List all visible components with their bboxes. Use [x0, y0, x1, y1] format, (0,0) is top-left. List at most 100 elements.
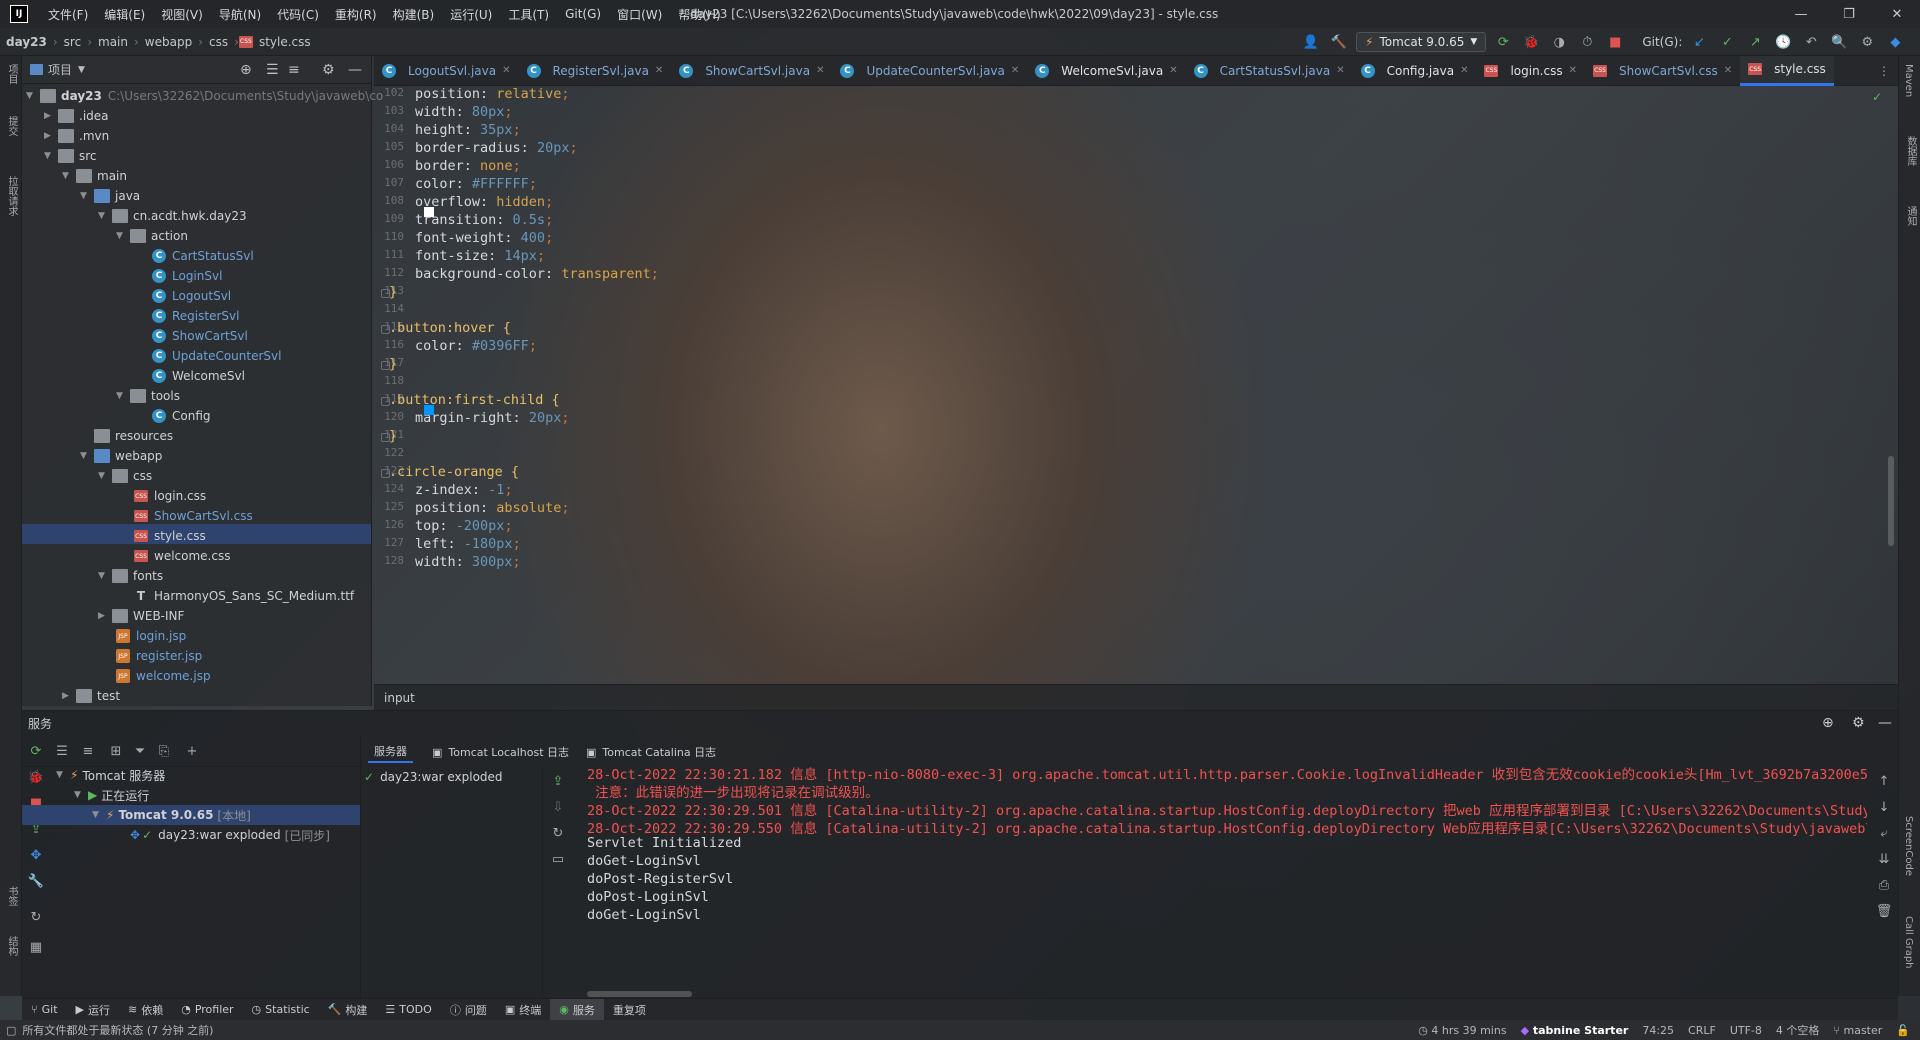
user-icon[interactable]: 👤 — [1300, 31, 1322, 53]
git-commit-icon[interactable]: ✓ — [1716, 31, 1738, 53]
tree-item[interactable]: CSS ShowCartSvl.css — [134, 506, 253, 526]
tab-localhost-log[interactable]: ▣ Tomcat Localhost 日志 — [426, 741, 575, 763]
menu-code[interactable]: 代码(C) — [269, 6, 327, 23]
tool-run[interactable]: ▶ 运行 — [67, 1002, 119, 1018]
new-tab-icon[interactable]: ⎘ — [154, 741, 174, 761]
layout-toggle-icon[interactable]: ▢ — [6, 1024, 16, 1037]
tool-duplicates[interactable]: 重复项 — [604, 1002, 655, 1018]
line-number[interactable]: 127 — [374, 536, 404, 549]
undeploy-icon[interactable]: ⇩ — [548, 797, 568, 817]
line-number[interactable]: 120 — [374, 410, 404, 423]
caret-position[interactable]: 74:25 — [1642, 1024, 1674, 1037]
breadcrumb-project[interactable]: day23 — [0, 35, 53, 49]
minimize-button[interactable]: — — [1778, 0, 1824, 28]
tree-item[interactable]: ▶ .idea — [44, 106, 109, 126]
debug-icon[interactable]: 🐞 — [26, 767, 46, 787]
expand-all-icon[interactable]: ☰ — [52, 741, 72, 761]
bookmarks-tool-label[interactable]: 书签 — [4, 886, 19, 906]
layout-icon[interactable]: ▦ — [26, 937, 46, 957]
tree-item[interactable]: C WelcomeSvl — [152, 366, 245, 386]
close-tab-icon[interactable]: ✕ — [502, 65, 510, 76]
line-number[interactable]: 109 — [374, 212, 404, 225]
wrench-icon[interactable]: 🔧 — [26, 871, 46, 891]
structure-tool-label[interactable]: 结构 — [4, 936, 19, 956]
hide-panel-icon[interactable]: — — [348, 62, 362, 78]
gear-icon[interactable]: ⚙ — [1852, 715, 1865, 731]
tree-item[interactable]: C Config — [152, 406, 211, 426]
close-tab-icon[interactable]: ✕ — [1011, 65, 1019, 76]
line-number[interactable]: 125 — [374, 500, 404, 513]
tab-logoutsvl[interactable]: C LogoutSvl.java ✕ — [374, 56, 519, 86]
line-number[interactable]: 106 — [374, 158, 404, 171]
tool-profiler[interactable]: ◔ Profiler — [172, 1003, 242, 1016]
project-tool-label[interactable]: 项目 — [4, 64, 19, 84]
line-number[interactable]: 102 — [374, 86, 404, 99]
tab-showcartsvl-css[interactable]: CSS ShowCartSvl.css ✕ — [1585, 56, 1740, 86]
tree-item[interactable]: ▼ cn.acdt.hwk.day23 — [98, 206, 247, 226]
tree-item[interactable]: C UpdateCounterSvl — [152, 346, 281, 366]
scroll-down-icon[interactable]: ↓ — [1874, 797, 1894, 817]
tree-item[interactable]: CSS login.css — [134, 486, 206, 506]
lock-icon[interactable]: 🔓 — [1896, 1024, 1910, 1037]
services-tree-item[interactable]: ✥ ✓ day23:war exploded [已同步] — [130, 825, 330, 845]
stop-icon[interactable]: ■ — [1604, 31, 1626, 53]
menu-tools[interactable]: 工具(T) — [500, 6, 557, 23]
tree-item[interactable]: T HarmonyOS_Sans_SC_Medium.ttf — [134, 586, 354, 606]
line-number[interactable]: 105 — [374, 140, 404, 153]
run-configuration-select[interactable]: ⚡ Tomcat 9.0.65 ▼ — [1356, 32, 1487, 52]
tree-item[interactable]: ▶ test — [62, 686, 120, 706]
tree-item[interactable]: ▶ .mvn — [44, 126, 109, 146]
breadcrumb-main[interactable]: main — [92, 35, 134, 49]
tree-item[interactable]: ▼ src — [44, 146, 97, 166]
tab-welcomesvl[interactable]: C WelcomeSvl.java ✕ — [1027, 56, 1185, 86]
pull-requests-tool-label[interactable]: 拉取请求 — [4, 176, 19, 216]
indent-setting[interactable]: 4 个空格 — [1776, 1022, 1820, 1038]
close-tab-icon[interactable]: ✕ — [1169, 65, 1177, 76]
tree-item[interactable]: ▼ webapp — [80, 446, 162, 466]
line-number[interactable]: 128 — [374, 554, 404, 567]
add-service-icon[interactable]: ⊕ — [1822, 715, 1834, 731]
line-number[interactable]: 110 — [374, 230, 404, 243]
line-number[interactable]: 124 — [374, 482, 404, 495]
file-encoding[interactable]: UTF-8 — [1730, 1024, 1762, 1037]
close-tab-icon[interactable]: ✕ — [816, 65, 824, 76]
refresh-icon[interactable]: ↻ — [548, 823, 568, 843]
clear-icon[interactable]: 🗑 — [1874, 901, 1894, 921]
soft-wrap-icon[interactable]: ⤶ — [1874, 823, 1894, 843]
services-tree-item[interactable]: ▼ ⚡ Tomcat 服务器 — [56, 765, 165, 785]
collapse-all-icon[interactable]: ≡ — [288, 62, 300, 78]
chevron-down-icon[interactable]: ▼ — [78, 65, 85, 75]
inspection-ok-icon[interactable]: ✓ — [1872, 90, 1882, 104]
tab-catalina-log[interactable]: ▣ Tomcat Catalina 日志 — [580, 741, 722, 763]
time-tracker[interactable]: ◷ 4 hrs 39 mins — [1418, 1024, 1506, 1037]
close-tab-icon[interactable]: ✕ — [655, 65, 663, 76]
tree-item[interactable]: C CartStatusSvl — [152, 246, 254, 266]
scroll-up-icon[interactable]: ↑ — [1874, 771, 1894, 791]
database-tool-label[interactable]: 数据库 — [1903, 136, 1918, 166]
tab-config[interactable]: C Config.java ✕ — [1353, 56, 1477, 86]
project-panel-title[interactable]: 项目 — [48, 61, 72, 78]
deployment-item[interactable]: ✓ day23:war exploded — [364, 767, 503, 787]
menu-refactor[interactable]: 重构(R) — [327, 6, 385, 23]
tab-menu-icon[interactable]: ⋮ — [1878, 64, 1890, 78]
breadcrumb-src[interactable]: src — [58, 35, 88, 49]
line-number[interactable]: 108 — [374, 194, 404, 207]
maximize-button[interactable]: ❐ — [1826, 0, 1872, 28]
menu-build[interactable]: 构建(B) — [385, 6, 443, 23]
console-icon[interactable]: ▭ — [548, 849, 568, 869]
menu-window[interactable]: 窗口(W) — [609, 6, 670, 23]
close-tab-icon[interactable]: ✕ — [1724, 65, 1732, 76]
line-number[interactable]: 112 — [374, 266, 404, 279]
line-number[interactable]: 103 — [374, 104, 404, 117]
tree-item[interactable]: C RegisterSvl — [152, 306, 239, 326]
coverage-icon[interactable]: ◑ — [1548, 31, 1570, 53]
tool-terminal[interactable]: ▣ 终端 — [496, 1002, 550, 1018]
print-icon[interactable]: ⎙ — [1874, 875, 1894, 895]
build-hammer-icon[interactable]: 🔨 — [1328, 31, 1350, 53]
git-update-icon[interactable]: ↙ — [1688, 31, 1710, 53]
tool-statistic[interactable]: ◷ Statistic — [243, 1003, 319, 1016]
settings-gear-icon[interactable]: ⚙ — [1856, 31, 1878, 53]
close-window-button[interactable]: ✕ — [1874, 0, 1920, 28]
filter-icon[interactable]: ⏷ — [130, 741, 150, 761]
breadcrumb-file[interactable]: style.css — [259, 35, 317, 49]
